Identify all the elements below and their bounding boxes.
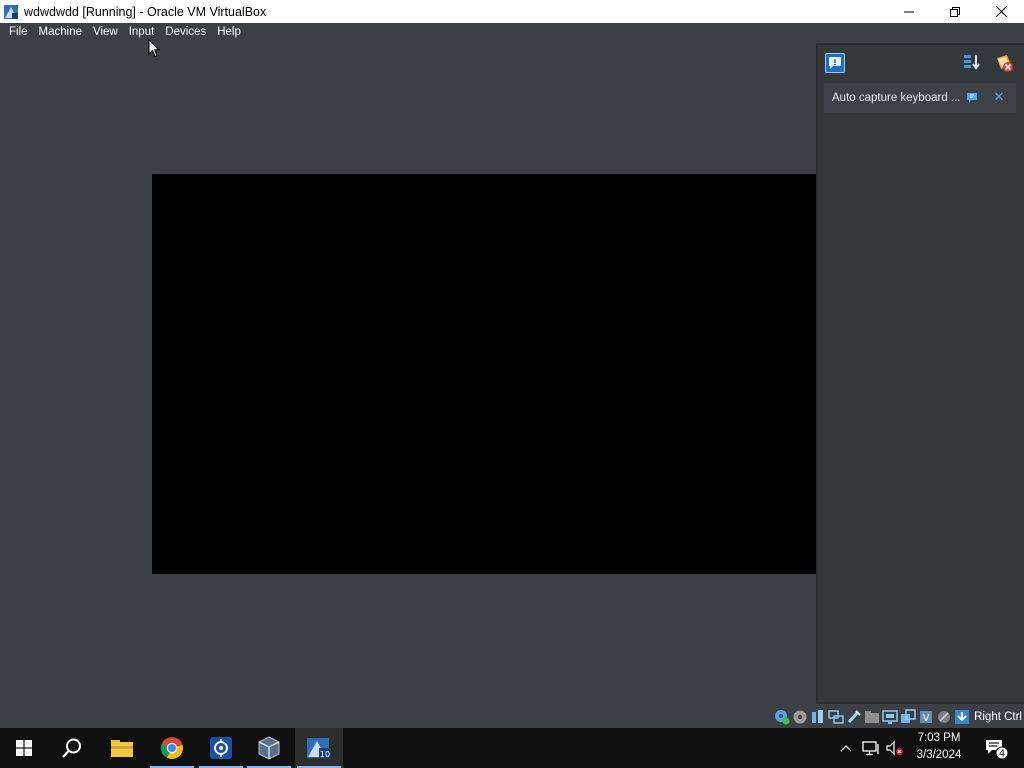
notification-message: Auto capture keyboard ... — [832, 92, 961, 104]
title-bar: wdwdwdd [Running] - Oracle VM VirtualBox — [0, 0, 1024, 23]
virtualbox-manager-icon — [258, 736, 280, 760]
vm-display[interactable] — [152, 174, 816, 574]
action-center-badge: 4 — [999, 749, 1005, 760]
sort-icon[interactable] — [963, 53, 981, 71]
keyboard-capture-icon[interactable] — [954, 709, 970, 725]
network-status-icon — [862, 741, 879, 756]
audio-icon[interactable] — [810, 709, 826, 725]
volume-tray-button[interactable] — [884, 728, 906, 768]
optical-drive-icon[interactable] — [792, 709, 808, 725]
action-center-button[interactable]: 4 — [982, 728, 1010, 768]
shared-folders-icon[interactable] — [864, 709, 880, 725]
close-notification-button[interactable]: ✕ — [991, 88, 1007, 106]
show-hidden-icons-button[interactable] — [836, 728, 856, 768]
usb-icon[interactable] — [846, 709, 862, 725]
start-icon — [16, 740, 32, 756]
display-icon[interactable] — [882, 709, 898, 725]
clock-time: 7:03 PM — [917, 732, 961, 744]
window-title: wdwdwdd [Running] - Oracle VM VirtualBox — [24, 4, 267, 19]
menu-view[interactable]: View — [88, 23, 123, 41]
restore-button[interactable] — [932, 0, 978, 23]
menu-bar: File Machine View Input Devices Help — [0, 23, 816, 41]
window-controls — [886, 0, 1024, 23]
chrome-icon — [160, 737, 183, 759]
mouse-cursor-icon — [148, 39, 160, 58]
menu-help[interactable]: Help — [212, 23, 246, 41]
minimize-button[interactable] — [886, 0, 932, 23]
search-icon — [62, 738, 81, 758]
clock-date: 3/3/2024 — [916, 749, 962, 761]
search-button[interactable] — [48, 728, 96, 768]
clock[interactable]: 7:03 PM 3/3/2024 — [906, 730, 972, 766]
taskbar: 10 7:03 PM 3/3/2024 4 — [0, 728, 1024, 768]
virtualbox-vm-icon: 10 — [307, 738, 331, 759]
virtualbox-window-icon[interactable] — [2, 3, 20, 21]
virtualbox-vm-button[interactable]: 10 — [295, 728, 343, 768]
notification-center: Auto capture keyboard ... ✕ — [816, 43, 1024, 704]
volume-muted-icon — [886, 740, 903, 756]
start-button[interactable] — [0, 728, 48, 768]
svg-text:V: V — [923, 713, 930, 724]
notification-item[interactable]: Auto capture keyboard ... ✕ — [824, 83, 1016, 113]
chevron-up-icon — [840, 745, 852, 752]
hard-disk-icon[interactable] — [774, 709, 790, 725]
menu-devices[interactable]: Devices — [160, 23, 211, 41]
network-app-button[interactable] — [197, 728, 245, 768]
notification-pin-button[interactable] — [825, 53, 845, 73]
host-key-label[interactable]: Right Ctrl — [974, 711, 1022, 723]
mouse-integration-icon[interactable] — [936, 709, 952, 725]
network-tray-button[interactable] — [860, 728, 882, 768]
chrome-button[interactable] — [148, 728, 196, 768]
menu-machine[interactable]: Machine — [34, 23, 87, 41]
help-icon[interactable] — [966, 91, 980, 105]
close-button[interactable] — [978, 0, 1024, 23]
menu-file[interactable]: File — [4, 23, 33, 41]
network-icon[interactable] — [828, 709, 844, 725]
vm-status-bar: V Right Ctrl — [764, 706, 1024, 728]
notification-toolbar — [818, 45, 1024, 79]
virtualbox-manager-button[interactable] — [245, 728, 293, 768]
action-center-icon: 4 — [986, 740, 1008, 760]
file-explorer-icon — [111, 740, 133, 757]
notification-bubble-icon — [829, 57, 841, 69]
network-app-icon — [210, 737, 232, 759]
clear-all-icon[interactable] — [994, 53, 1014, 73]
svg-text:10: 10 — [320, 750, 330, 759]
recording-icon[interactable] — [900, 709, 916, 725]
cpu-icon[interactable]: V — [918, 709, 934, 725]
file-explorer-button[interactable] — [98, 728, 146, 768]
